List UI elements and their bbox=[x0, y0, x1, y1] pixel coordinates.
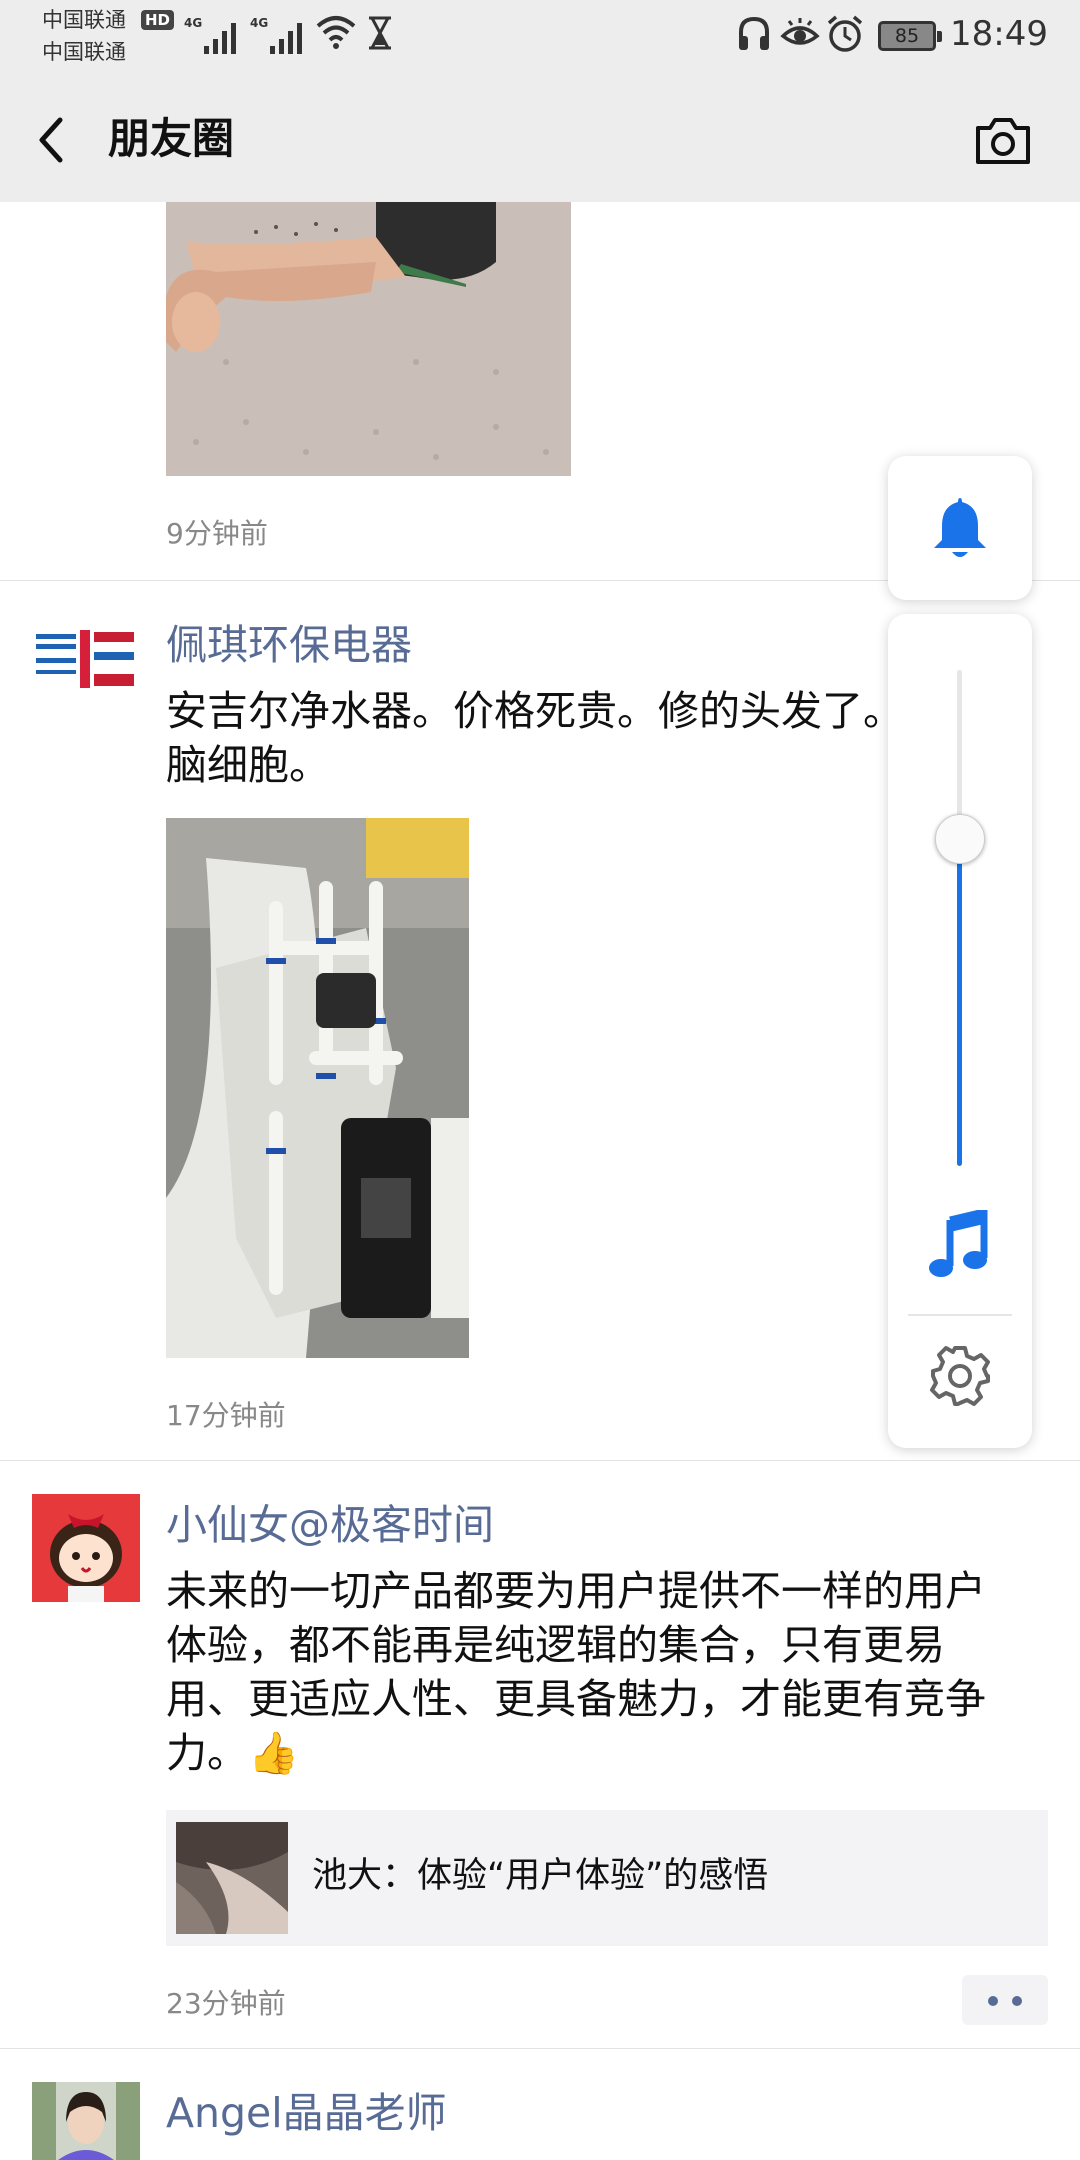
more-actions-button[interactable] bbox=[962, 1975, 1048, 2025]
camera-icon bbox=[976, 118, 1030, 164]
volume-slider-track[interactable] bbox=[957, 670, 962, 1166]
post-image[interactable] bbox=[166, 818, 469, 1358]
volume-slider-thumb[interactable] bbox=[935, 813, 985, 864]
chevron-left-icon bbox=[39, 117, 63, 163]
nav-bar: 朋友圈 bbox=[0, 70, 1080, 202]
post-divider bbox=[0, 1460, 1080, 1461]
wifi-icon bbox=[316, 16, 356, 49]
carrier-label-secondary: 中国联通 bbox=[42, 40, 126, 64]
link-title: 池大：体验“用户体验”的感悟 bbox=[312, 1856, 769, 1896]
avatar[interactable] bbox=[32, 2082, 140, 2160]
volume-slider-fill bbox=[957, 838, 962, 1166]
headphones-icon bbox=[739, 16, 769, 50]
post-author[interactable]: 小仙女@极客时间 bbox=[166, 1498, 494, 1552]
panel-divider bbox=[908, 1314, 1012, 1316]
post-timestamp: 23分钟前 bbox=[166, 1987, 286, 2020]
status-bar: 中国联通 中国联通 HD 4G 4G 85 18:49 bbox=[0, 0, 1080, 70]
gear-icon[interactable] bbox=[928, 1344, 992, 1408]
music-note-icon[interactable] bbox=[928, 1210, 992, 1280]
post-timestamp: 9分钟前 bbox=[166, 517, 268, 550]
volume-panel bbox=[888, 614, 1032, 1448]
eye-comfort-icon bbox=[780, 18, 820, 45]
camera-button[interactable] bbox=[972, 110, 1034, 172]
post-timestamp: 17分钟前 bbox=[166, 1399, 286, 1432]
post-text: 安吉尔净水器。价格死贵。修的头发了。消耗脑细胞。 bbox=[166, 687, 986, 789]
page-title: 朋友圈 bbox=[108, 114, 235, 163]
link-thumbnail bbox=[176, 1822, 288, 1934]
ringer-mode-button[interactable] bbox=[888, 456, 1032, 600]
shared-link-card[interactable]: 池大：体验“用户体验”的感悟 bbox=[166, 1810, 1048, 1946]
hourglass-icon bbox=[369, 16, 391, 50]
avatar[interactable] bbox=[32, 614, 140, 722]
post-divider bbox=[0, 2048, 1080, 2049]
bell-icon bbox=[934, 498, 986, 557]
post-author[interactable]: Angel晶晶老师 bbox=[166, 2086, 447, 2140]
alarm-icon bbox=[827, 15, 863, 52]
back-button[interactable] bbox=[30, 110, 80, 170]
post-image[interactable] bbox=[166, 202, 571, 476]
status-time: 18:49 bbox=[950, 14, 1048, 54]
post-author[interactable]: 佩琪环保电器 bbox=[166, 618, 412, 672]
carrier-label: 中国联通 bbox=[42, 8, 126, 32]
post-text: 未来的一切产品都要为用户提供不一样的用户体验，都不能再是纯逻辑的集合，只有更易用… bbox=[166, 1567, 986, 1777]
avatar[interactable] bbox=[32, 1494, 140, 1602]
battery-indicator: 85 bbox=[878, 21, 942, 51]
hd-badge: HD bbox=[141, 10, 175, 30]
